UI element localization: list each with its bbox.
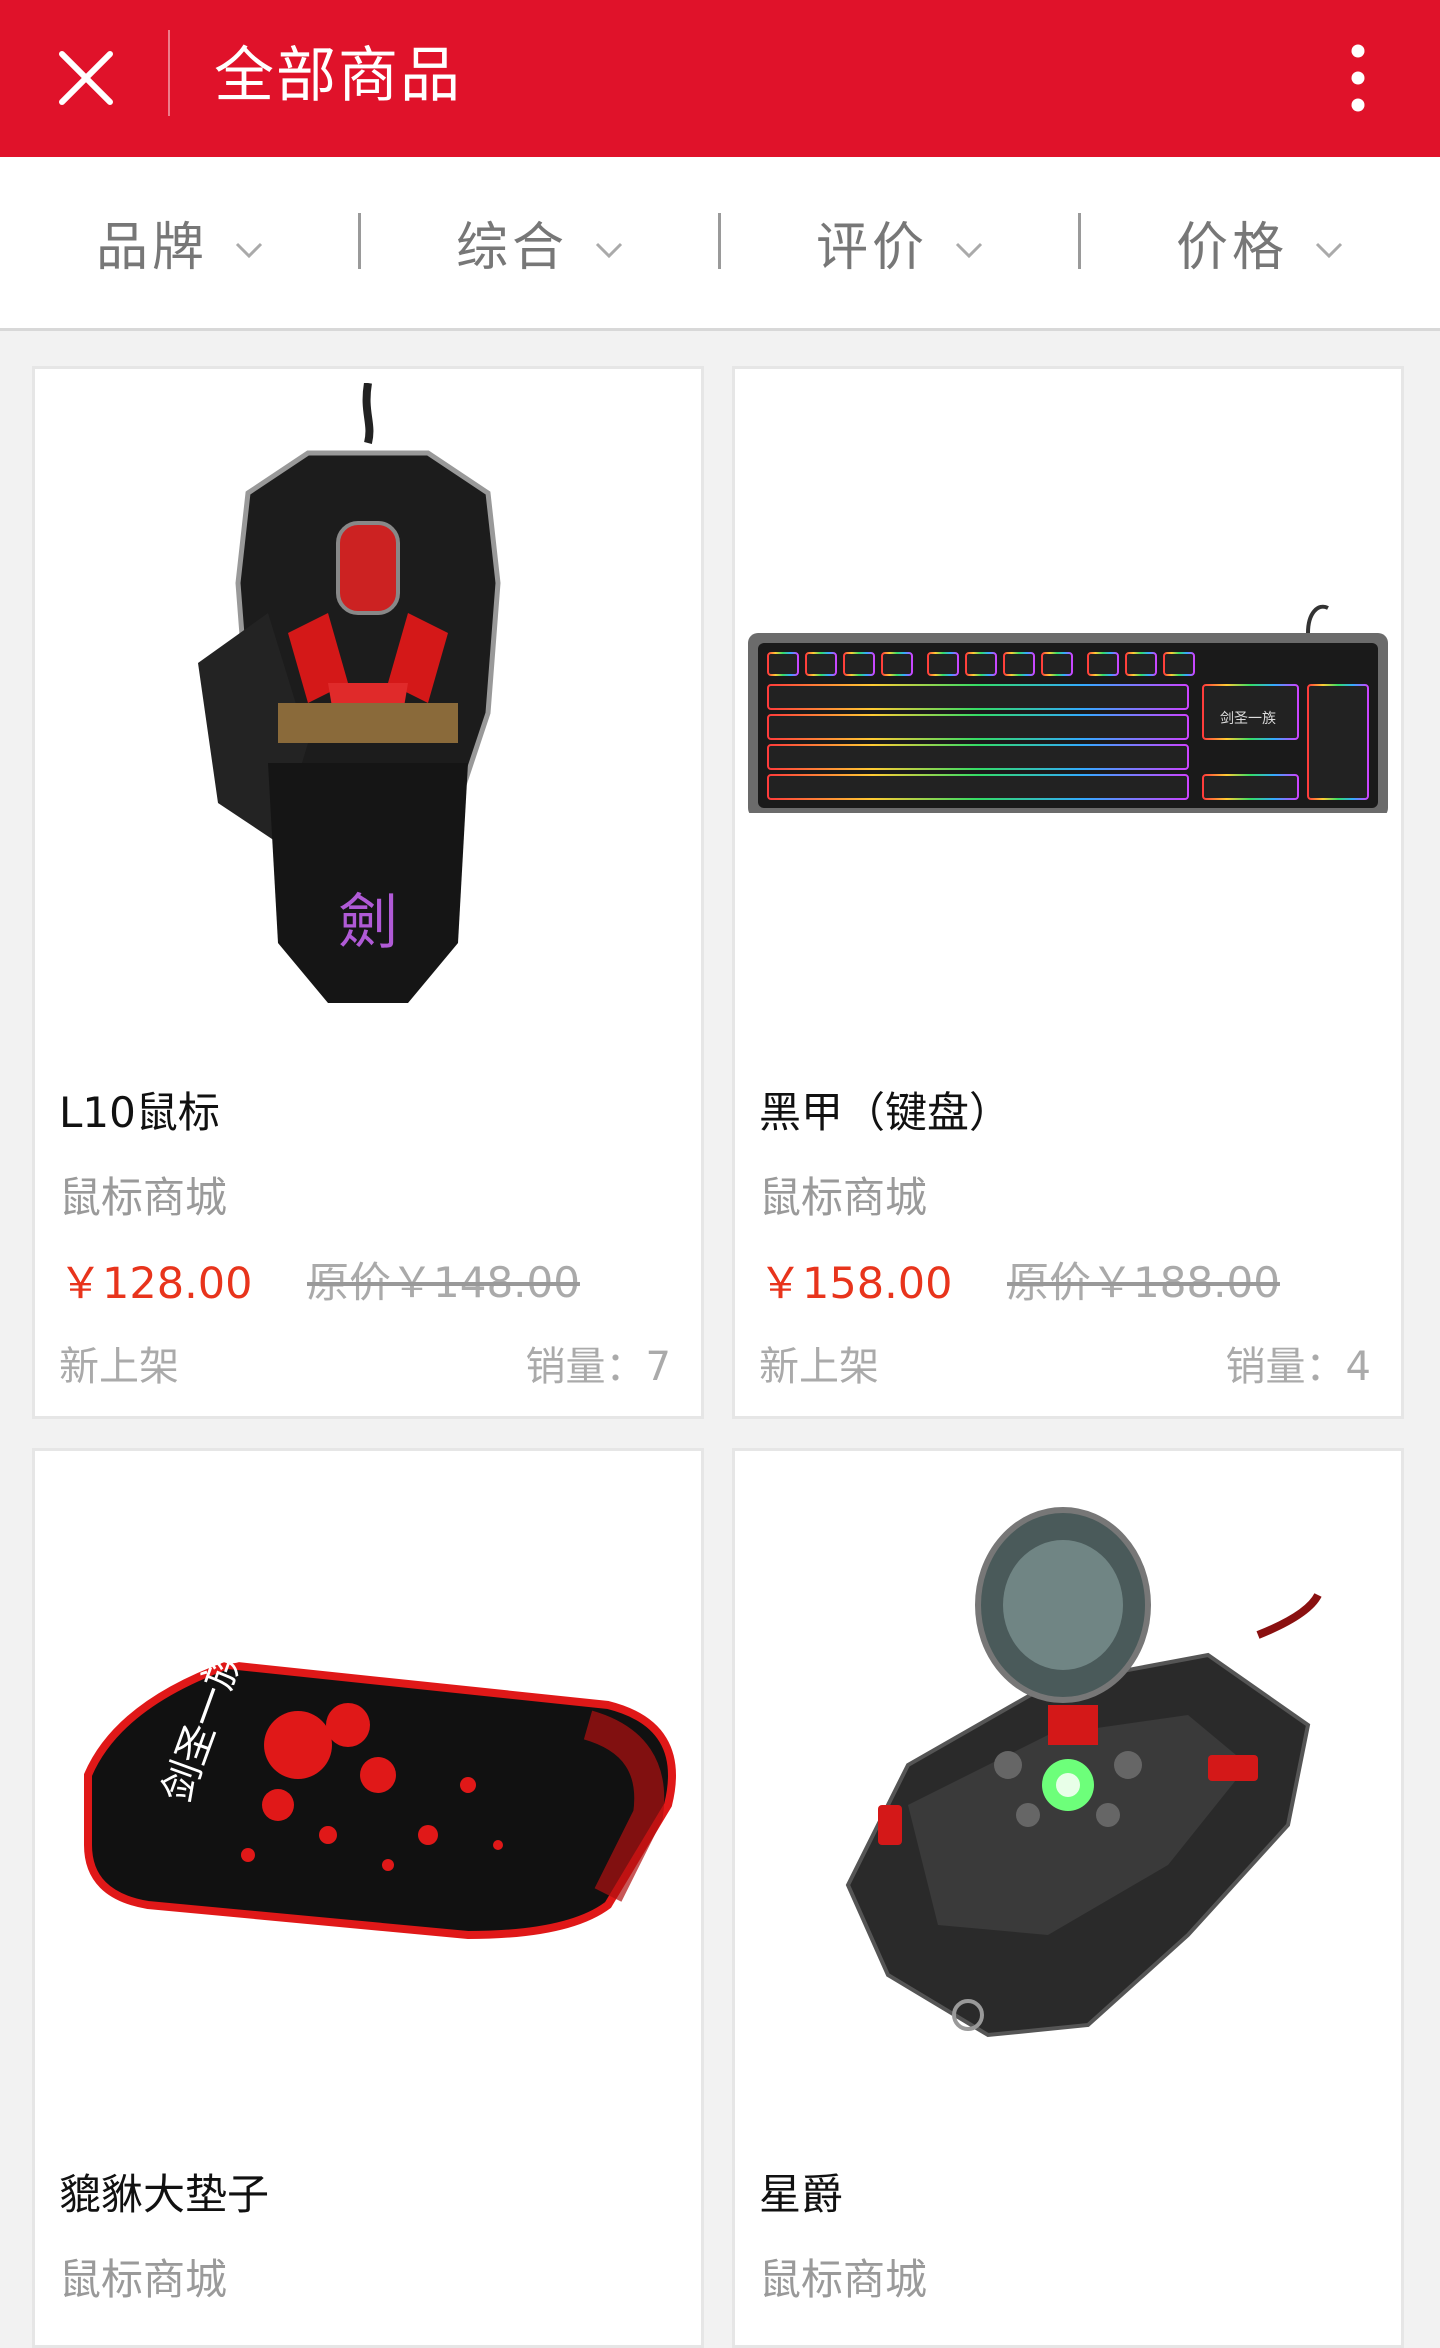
close-icon [59,51,113,105]
product-card[interactable]: 剑圣一族 黑甲（键盘） 鼠标商城 ￥158.00 原价￥188.00 新上架 销… [732,366,1404,1419]
filter-label: 综合 [455,218,568,278]
filter-separator [1078,213,1081,269]
new-arrival-tag: 新上架 [59,1344,179,1390]
product-name: 黑甲（键盘） [759,1088,1012,1137]
close-button[interactable] [40,32,132,124]
gaming-mouse-image: 劍 [198,383,501,1003]
filter-price[interactable]: 价格 [1080,157,1440,328]
mouse-pad-image: 剑圣一族 [84,1642,676,1940]
svg-text:劍: 劍 [338,888,398,958]
sales-count: 销量：7 [525,1344,671,1390]
chevron-down-icon [955,242,983,258]
original-price: 原价￥188.00 [1007,1258,1280,1307]
svg-text:剑圣一族: 剑圣一族 [1220,711,1276,727]
product-name: 貔貅大垫子 [59,2170,270,2219]
product-card[interactable]: 劍 L10鼠标 鼠标商城 ￥128.00 原价￥148.00 新上架 销量：7 [32,366,704,1419]
product-price: ￥158.00 [759,1259,953,1309]
shop-name: 鼠标商城 [59,2255,228,2304]
shop-name: 鼠标商城 [759,1173,928,1222]
shop-name: 鼠标商城 [759,2255,928,2304]
shop-name: 鼠标商城 [59,1173,228,1222]
mechanical-keyboard-image: 剑圣一族 [748,604,1388,813]
chevron-down-icon [1315,242,1343,258]
product-image: 劍 [35,369,701,1037]
filter-label: 价格 [1175,218,1288,278]
filter-label: 品牌 [95,218,208,278]
product-card[interactable]: 剑圣一族 貔貅大垫子 鼠标商城 [32,1448,704,2348]
filter-rating[interactable]: 评价 [720,157,1080,328]
product-card[interactable]: 星爵 鼠标商城 [732,1448,1404,2348]
new-arrival-tag: 新上架 [759,1344,879,1390]
product-name: L10鼠标 [59,1088,220,1137]
filter-label: 评价 [815,218,928,278]
filter-separator [358,213,361,269]
header-divider [168,30,170,116]
top-bar: 全部商品 [0,0,1440,157]
original-price: 原价￥148.00 [307,1258,580,1307]
filter-brand[interactable]: 品牌 [0,157,360,328]
more-vertical-icon [1351,44,1365,112]
more-button[interactable] [1320,30,1396,126]
product-image [735,1451,1401,2119]
product-name: 星爵 [759,2170,844,2219]
chevron-down-icon [595,242,623,258]
chevron-down-icon [235,242,263,258]
filter-separator [718,213,721,269]
sales-count: 销量：4 [1225,1344,1371,1390]
product-image: 剑圣一族 [35,1451,701,2119]
product-image: 剑圣一族 [735,369,1401,1037]
product-price: ￥128.00 [59,1259,253,1309]
filter-overall[interactable]: 综合 [360,157,720,328]
gaming-mouse-image [845,1507,1322,2038]
page-title: 全部商品 [214,41,462,111]
